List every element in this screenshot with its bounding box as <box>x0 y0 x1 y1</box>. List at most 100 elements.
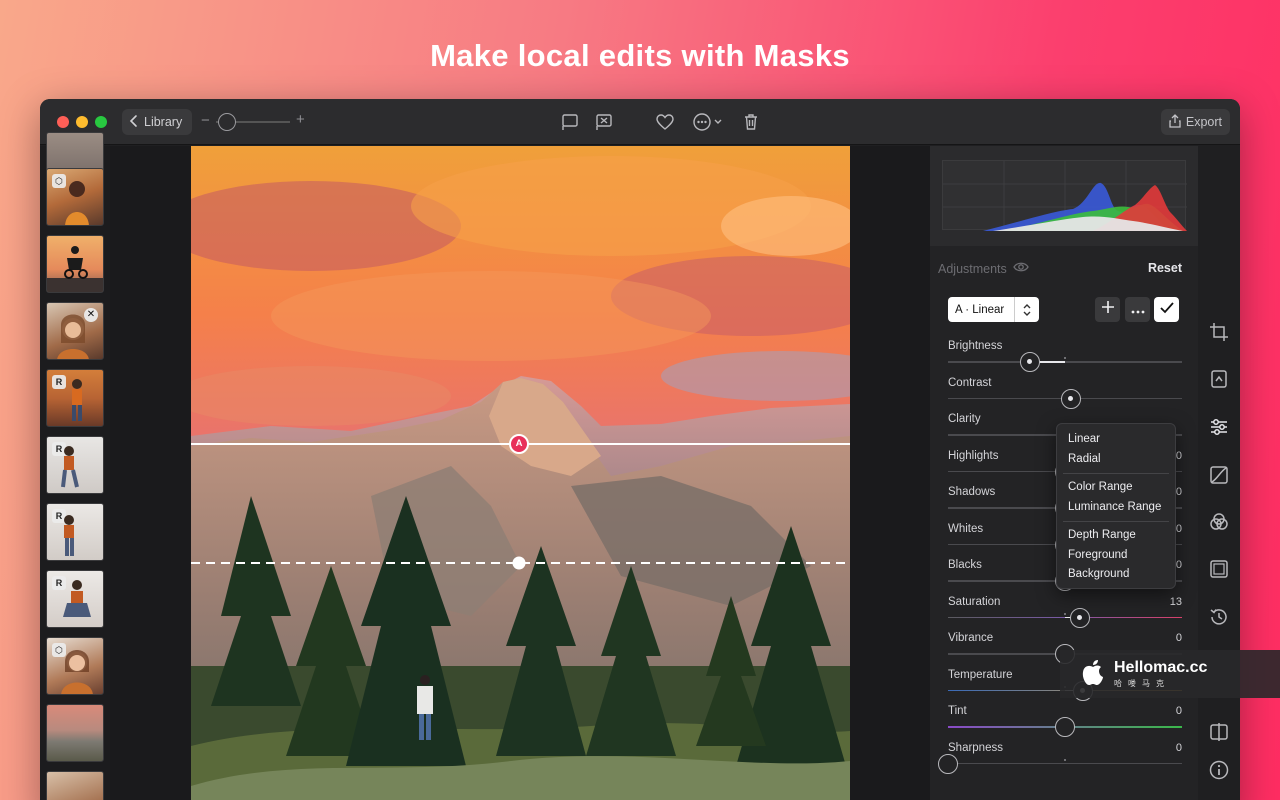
thumbnail[interactable] <box>46 771 104 800</box>
photo-canvas: A <box>110 146 930 800</box>
slider-value: 0 <box>1175 522 1182 535</box>
thumbnail[interactable] <box>46 235 104 293</box>
slider-saturation[interactable]: Saturation 13 <box>948 596 1182 632</box>
histogram <box>930 146 1198 246</box>
info-icon[interactable] <box>1208 759 1230 781</box>
add-mask-button[interactable] <box>1095 297 1120 322</box>
minimize-window-button[interactable] <box>76 116 88 128</box>
export-label: Export <box>1185 115 1222 129</box>
zoom-window-button[interactable] <box>95 116 107 128</box>
adjustments-title: Adjustments <box>938 261 1007 276</box>
export-button[interactable]: Export <box>1160 109 1230 135</box>
flag-icon[interactable] <box>560 112 580 132</box>
thumbnail[interactable]: ✕ <box>46 302 104 360</box>
slider-label: Tint <box>948 705 967 717</box>
crop-icon[interactable] <box>1208 321 1230 343</box>
slider-center-mark <box>1064 758 1066 761</box>
adjustments-header: Adjustments <box>938 261 1029 276</box>
photo-preview[interactable]: A <box>191 146 850 800</box>
slider-label: Saturation <box>948 595 1001 608</box>
mask-pin-label[interactable]: A <box>513 437 525 451</box>
slider-knob[interactable] <box>1060 388 1081 409</box>
slider-knob[interactable] <box>1055 717 1075 737</box>
slider-knob[interactable] <box>1019 352 1040 372</box>
thumbnail[interactable]: R <box>46 570 104 628</box>
menu-separator <box>1063 473 1169 474</box>
slider-label: Highlights <box>948 449 999 462</box>
heart-icon[interactable] <box>655 112 675 132</box>
slider-center-mark <box>1064 612 1066 615</box>
up-down-chevron-icon[interactable] <box>1015 297 1039 322</box>
slider-value: 0 <box>1175 741 1182 754</box>
library-back-label: Library <box>144 115 183 129</box>
mask-options-button[interactable] <box>1125 297 1150 322</box>
menu-separator <box>1063 521 1169 522</box>
slider-label: Clarity <box>948 413 981 425</box>
menu-item-foreground[interactable]: Foreground <box>1057 546 1175 566</box>
plus-icon <box>1101 300 1115 319</box>
thumbnail[interactable]: R <box>46 436 104 494</box>
trash-icon[interactable] <box>741 112 761 132</box>
slider-value: 0 <box>1175 705 1182 717</box>
slider-sharpness[interactable]: Sharpness 0 <box>938 741 1182 778</box>
filmstrip: ⬡ ✕ R R R R ⬡ <box>40 132 110 800</box>
compare-icon[interactable] <box>1208 721 1230 743</box>
tool-strip <box>1198 146 1240 800</box>
more-actions-icon[interactable] <box>692 112 726 132</box>
slider-value: 13 <box>1169 595 1182 608</box>
slider-knob[interactable] <box>938 753 958 774</box>
zoom-in-button[interactable]: + <box>296 111 305 128</box>
reset-button[interactable]: Reset <box>1148 261 1182 275</box>
eye-icon[interactable] <box>1013 261 1029 276</box>
slider-value: 0 <box>1175 486 1182 498</box>
slider-tint[interactable]: Tint 0 <box>948 705 1182 741</box>
reject-flag-icon[interactable] <box>594 112 614 132</box>
thumbnail[interactable]: ⬡ <box>46 168 104 226</box>
retouch-icon[interactable] <box>1208 368 1230 390</box>
thumbnail[interactable]: ⬡ <box>46 637 104 695</box>
curves-icon[interactable] <box>1208 464 1230 486</box>
mask-selector[interactable]: A · Linear <box>948 297 1039 322</box>
menu-item-depth-range[interactable]: Depth Range <box>1057 526 1175 546</box>
checkmark-icon <box>1159 301 1174 319</box>
menu-item-color-range[interactable]: Color Range <box>1057 478 1175 498</box>
slider-label: Blacks <box>948 559 982 571</box>
zoom-slider-knob[interactable] <box>218 113 236 131</box>
watermark-subtitle: 哈喽马克 <box>1114 678 1170 688</box>
titlebar: Library − + Export <box>40 99 1240 145</box>
adjust-sliders-icon[interactable] <box>1208 416 1230 438</box>
color-mix-icon[interactable] <box>1208 511 1230 533</box>
slider-center-mark <box>1064 357 1066 359</box>
watermark-title: Hellomac.cc <box>1114 658 1208 676</box>
menu-item-background[interactable]: Background <box>1057 565 1175 585</box>
confirm-mask-button[interactable] <box>1154 297 1179 322</box>
slider-value: 0 <box>1175 632 1182 644</box>
thumbnail[interactable]: R <box>46 503 104 561</box>
mask-type-menu: Linear Radial Color Range Luminance Range De… <box>1056 423 1176 589</box>
close-window-button[interactable] <box>57 116 69 128</box>
slider-knob[interactable] <box>1070 607 1091 628</box>
chevron-left-icon <box>128 114 140 131</box>
slider-value: 0 <box>1175 559 1182 571</box>
menu-item-radial[interactable]: Radial <box>1057 450 1175 470</box>
slider-label: Whites <box>948 522 984 535</box>
history-icon[interactable] <box>1208 606 1230 628</box>
thumbnail[interactable] <box>46 704 104 762</box>
slider-label: Vibrance <box>948 632 994 644</box>
slider-contrast[interactable]: Contrast <box>948 377 1182 413</box>
slider-value: 0 <box>1175 449 1182 462</box>
slider-track[interactable] <box>948 762 1182 764</box>
slider-label: Contrast <box>948 376 992 389</box>
frame-icon[interactable] <box>1208 558 1230 580</box>
menu-item-linear[interactable]: Linear <box>1057 430 1175 450</box>
slider-label: Shadows <box>948 486 996 498</box>
apple-logo-icon <box>1080 657 1106 692</box>
menu-item-luminance-range[interactable]: Luminance Range <box>1057 498 1175 518</box>
slider-track[interactable] <box>948 361 1182 363</box>
slider-label: Brightness <box>948 340 1003 352</box>
zoom-out-button[interactable]: − <box>201 112 210 129</box>
thumbnail[interactable]: R <box>46 369 104 427</box>
slider-brightness[interactable]: Brightness <box>948 340 1182 376</box>
share-icon <box>1169 113 1181 131</box>
library-back-button[interactable]: Library <box>122 109 193 135</box>
